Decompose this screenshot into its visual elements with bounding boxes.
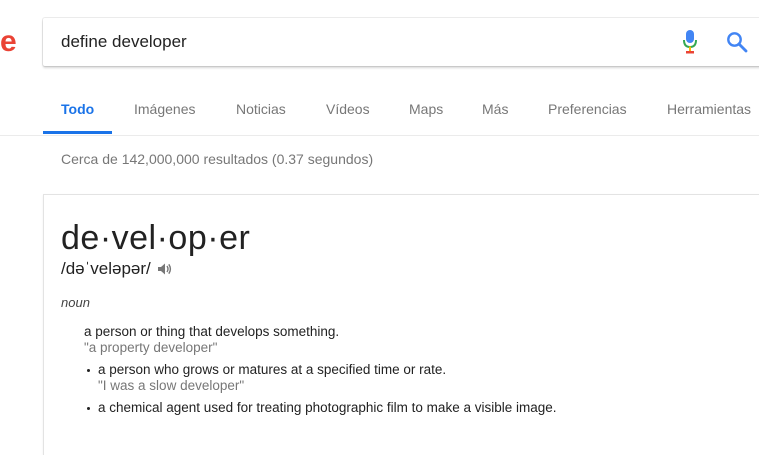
google-logo-fragment[interactable]: e: [0, 27, 17, 57]
tab-maps[interactable]: Maps: [409, 88, 443, 132]
search-box: [43, 18, 759, 66]
phonetic-text: /dəˈveləpər/: [61, 259, 151, 278]
sense-item: a chemical agent used for treating photo…: [84, 399, 759, 416]
sense-item: a person who grows or matures at a speci…: [84, 361, 759, 394]
tab-herramientas[interactable]: Herramientas: [667, 88, 751, 132]
sense-definition: a person who grows or matures at a speci…: [98, 362, 447, 377]
tab-todo[interactable]: Todo: [42, 88, 113, 134]
tab-videos[interactable]: Vídeos: [326, 88, 370, 132]
sense-example: "a property developer": [84, 340, 218, 355]
tab-preferencias[interactable]: Preferencias: [548, 88, 627, 132]
headword: de·vel·op·er: [61, 219, 251, 257]
dictionary-card: de·vel·op·er /dəˈveləpər/ noun a person …: [43, 194, 759, 455]
results-count: Cerca de 142,000,000 resultados (0.37 se…: [61, 151, 374, 167]
sense-example: "I was a slow developer": [98, 378, 245, 393]
part-of-speech: noun: [61, 295, 90, 310]
senses-list: a person or thing that develops somethin…: [84, 323, 759, 421]
tabs-divider: [0, 135, 759, 136]
speaker-icon[interactable]: [156, 261, 172, 277]
search-tabs: Todo Imágenes Noticias Vídeos Maps Más P…: [42, 88, 759, 136]
search-input[interactable]: [61, 31, 621, 53]
tab-imagenes[interactable]: Imágenes: [134, 88, 195, 132]
tab-noticias[interactable]: Noticias: [236, 88, 286, 132]
search-icon[interactable]: [726, 31, 748, 53]
sense-definition: a chemical agent used for treating photo…: [98, 400, 557, 415]
tab-mas[interactable]: Más: [482, 88, 508, 132]
sense-definition: a person or thing that develops somethin…: [84, 324, 340, 339]
microphone-icon[interactable]: [683, 30, 697, 54]
pronunciation-row: /dəˈveləpər/: [61, 259, 172, 279]
sense-item: a person or thing that develops somethin…: [84, 323, 759, 356]
